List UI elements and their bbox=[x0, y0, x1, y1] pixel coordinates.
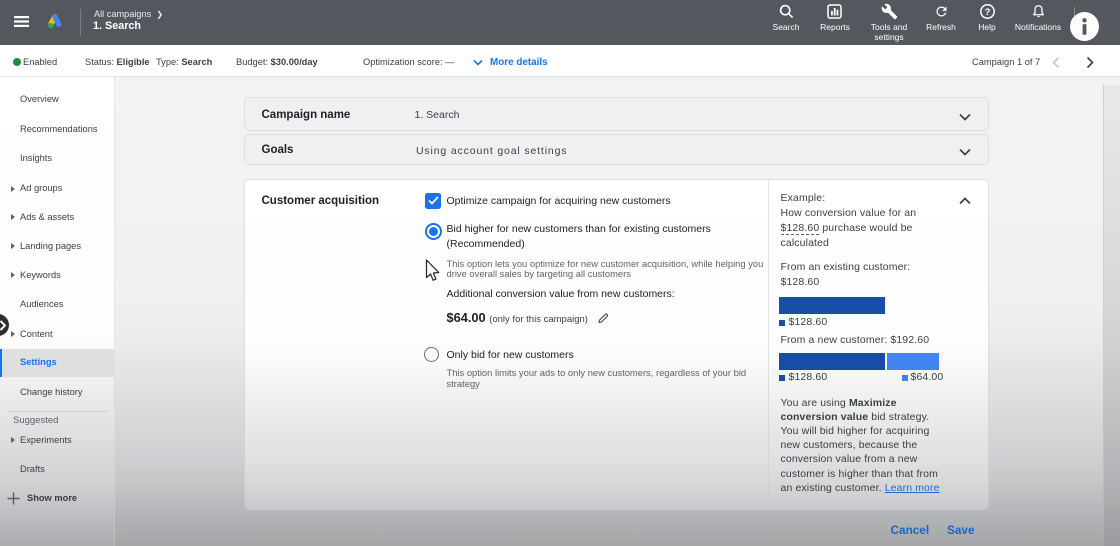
svg-text:?: ? bbox=[985, 7, 991, 18]
